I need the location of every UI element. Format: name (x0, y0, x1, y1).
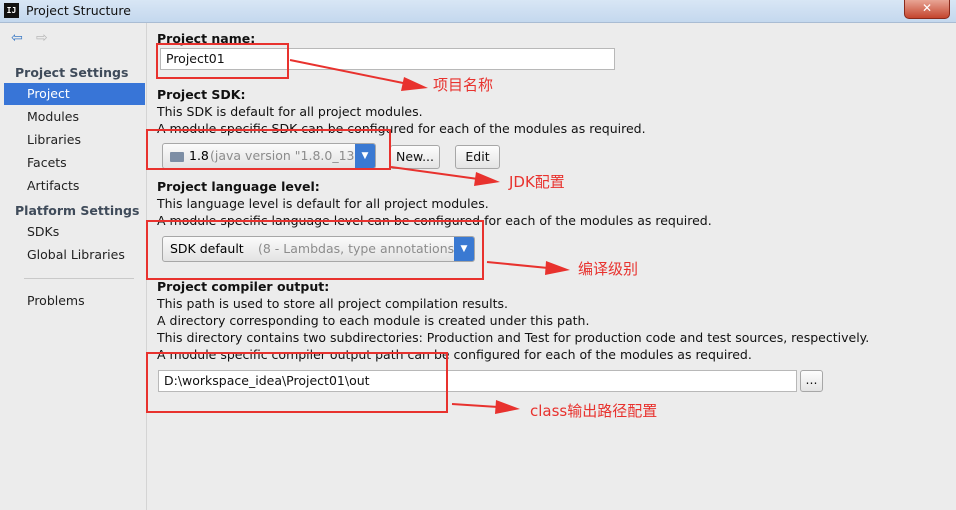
project-settings-heading: Project Settings (15, 65, 129, 80)
annotation-compiler-output: class输出路径配置 (530, 402, 658, 420)
platform-settings-heading: Platform Settings (15, 203, 140, 218)
sidebar-item-sdks[interactable]: SDKs (4, 221, 145, 243)
sidebar-item-facets[interactable]: Facets (4, 152, 145, 174)
intellij-app-icon: IJ (4, 3, 19, 18)
compiler-output-desc-3: This directory contains two subdirectori… (157, 330, 870, 345)
sidebar-item-problems[interactable]: Problems (4, 290, 145, 312)
sidebar-divider (24, 278, 134, 279)
compiler-output-desc-2: A directory corresponding to each module… (157, 313, 590, 328)
annotation-box-language-level (146, 220, 484, 280)
sidebar-item-libraries[interactable]: Libraries (4, 129, 145, 151)
annotation-box-compiler-output (146, 352, 448, 413)
compiler-output-label: Project compiler output: (157, 279, 330, 294)
annotation-language-level: 编译级别 (578, 260, 639, 278)
arrow-right-icon[interactable]: ⇨ (36, 30, 48, 46)
sidebar-item-artifacts[interactable]: Artifacts (4, 175, 145, 197)
browse-button[interactable]: ... (800, 370, 823, 392)
language-level-desc-1: This language level is default for all p… (157, 196, 489, 211)
annotation-box-project-name (156, 43, 289, 79)
sidebar-item-project[interactable]: Project (4, 83, 145, 105)
sidebar-item-global-libraries[interactable]: Global Libraries (4, 244, 145, 266)
annotation-project-name: 项目名称 (433, 76, 494, 94)
sidebar-item-modules[interactable]: Modules (4, 106, 145, 128)
window-close-button[interactable]: ✕ (904, 0, 950, 19)
project-sdk-label: Project SDK: (157, 87, 246, 102)
window-title: Project Structure (26, 3, 131, 18)
edit-sdk-button[interactable]: Edit (455, 145, 500, 169)
language-level-label: Project language level: (157, 179, 320, 194)
compiler-output-desc-1: This path is used to store all project c… (157, 296, 508, 311)
annotation-box-sdk (146, 129, 391, 170)
project-sdk-desc-1: This SDK is default for all project modu… (157, 104, 423, 119)
annotation-jdk: JDK配置 (509, 173, 565, 191)
arrow-left-icon[interactable]: ⇦ (11, 30, 23, 46)
sidebar: ⇦ ⇨ Project Settings Project Modules Lib… (0, 23, 147, 510)
title-bar: IJ Project Structure ✕ (0, 0, 956, 23)
new-sdk-button[interactable]: New... (390, 145, 440, 169)
